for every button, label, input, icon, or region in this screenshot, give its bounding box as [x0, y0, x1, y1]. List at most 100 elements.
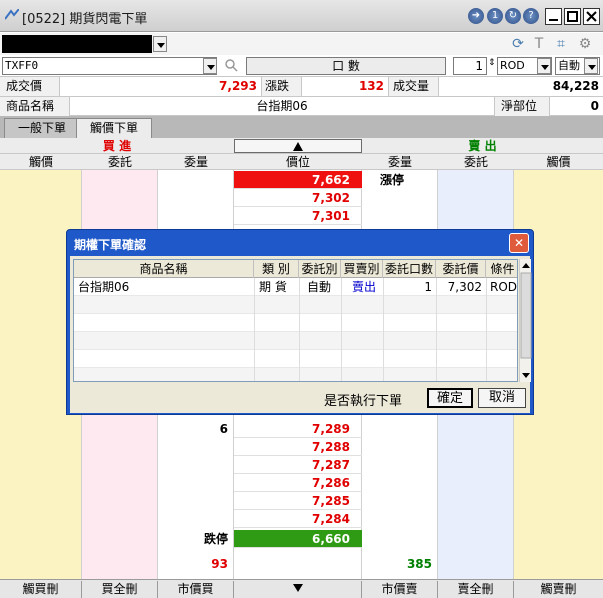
price-cell[interactable]: 7,662 [234, 171, 362, 189]
col-header: 委量 [387, 155, 412, 169]
scroll-down-button[interactable] [234, 581, 362, 598]
tab-trigger-order[interactable]: 觸價下單 [76, 118, 153, 138]
col-header: 類 別 [254, 260, 299, 278]
arrow-right-circle-icon[interactable]: ➜ [468, 8, 484, 24]
buy-title: 買 進 [102, 139, 132, 153]
sell-delete-all-button[interactable]: 賣全刪 [438, 581, 514, 598]
col-header: 委託 [107, 155, 132, 169]
dialog-title: 期權下單確認 [74, 238, 147, 252]
price-cell[interactable]: 7,302 [234, 189, 362, 207]
ladder-column-header: 觸價 委託 委量 價位 委量 委託 觸價 [0, 154, 603, 170]
minimize-icon[interactable] [545, 8, 562, 25]
gear-icon[interactable]: ⚙ [577, 36, 593, 52]
col-header: 委託價 [436, 260, 486, 278]
lots-label: 口 數 [246, 57, 446, 75]
tab-bar: 一般下單 觸價下單 [0, 116, 603, 138]
table-row [74, 368, 517, 381]
col-header: 委託 [463, 155, 488, 169]
limit-up-label: 漲停 [380, 173, 405, 187]
row-qty: 1 [424, 280, 432, 294]
order-confirm-dialog: 期權下單確認 ✕ 商品名稱 類 別 委託別 買賣別 委託口數 委託價 條件 台指… [66, 229, 534, 415]
order-bar: TXFF0 口 數 1 ⇕ ROD 自動 [0, 56, 603, 76]
scroll-up-button[interactable] [234, 139, 362, 153]
volume-value: 84,228 [552, 79, 599, 93]
volume-label: 成交量 [389, 77, 439, 96]
row-product: 台指期06 [78, 280, 130, 294]
search-icon[interactable] [222, 58, 240, 74]
col-header: 委託口數 [383, 260, 436, 278]
last-price-label: 成交價 [0, 77, 60, 96]
chevron-down-icon[interactable] [537, 58, 551, 74]
account-select[interactable] [2, 35, 152, 53]
row-side: 賣出 [352, 280, 377, 294]
order-table-header: 商品名稱 類 別 委託別 買賣別 委託口數 委託價 條件 [74, 260, 517, 278]
col-header: 商品名稱 [74, 260, 254, 278]
info-circle-icon[interactable]: 1 [487, 8, 503, 24]
chevron-down-icon[interactable] [584, 58, 598, 74]
total-ask-qty: 385 [406, 557, 432, 571]
toolbar: ⟳ T ⌗ ⚙ [0, 33, 603, 55]
confirm-question: 是否執行下單 [324, 394, 403, 409]
buy-delete-all-button[interactable]: 買全刪 [82, 581, 158, 598]
tab-general-order[interactable]: 一般下單 [4, 118, 81, 138]
col-header: 委量 [183, 155, 208, 169]
net-position-label: 淨部位 [495, 97, 550, 116]
price-cell[interactable]: 7,284 [234, 510, 362, 528]
window-title: [0522] 期貨閃電下單 [22, 12, 148, 27]
chevron-down-icon[interactable] [203, 58, 217, 74]
close-icon[interactable]: ✕ [509, 233, 529, 253]
order-table: 商品名稱 類 別 委託別 買賣別 委託口數 委託價 條件 台指期06 期 貨 自… [73, 259, 518, 382]
table-row [74, 332, 517, 350]
col-header: 委託別 [299, 260, 341, 278]
symbol-input[interactable]: TXFF0 [2, 57, 217, 75]
col-header: 條件 [490, 262, 515, 276]
product-row: 商品名稱 台指期06 淨部位 0 [0, 96, 603, 116]
price-cell[interactable]: 6,660 [234, 530, 362, 548]
table-row[interactable]: 台指期06 期 貨 自動 賣出 1 7,302 ROD [74, 278, 517, 296]
market-sell-button[interactable]: 市價賣 [362, 581, 438, 598]
row-price: 7,302 [447, 280, 482, 294]
quantity-stepper[interactable]: 1 [453, 57, 487, 75]
text-icon[interactable]: T [531, 36, 547, 52]
maximize-icon[interactable] [564, 8, 581, 25]
help-circle-icon[interactable]: ? [523, 8, 539, 24]
close-icon[interactable] [583, 8, 600, 25]
chevron-down-icon[interactable] [153, 36, 167, 52]
layout-icon[interactable]: ⌗ [553, 36, 569, 52]
col-header: 觸價 [28, 155, 53, 169]
table-row [74, 314, 517, 332]
col-header: 價位 [285, 155, 310, 169]
row-order-kind: 自動 [307, 280, 332, 294]
confirm-button[interactable]: 確定 [427, 388, 473, 408]
change-value: 132 [302, 77, 389, 96]
quote-row: 成交價 7,293 漲跌 132 成交量 84,228 [0, 76, 603, 96]
limit-down-label: 跌停 [203, 532, 228, 546]
price-cell[interactable]: 7,289 [234, 420, 362, 438]
stepper-icon[interactable]: ⇕ [488, 58, 496, 68]
net-position-value: 0 [590, 99, 599, 113]
col-header: 買賣別 [341, 260, 383, 278]
table-row [74, 296, 517, 314]
bottom-action-bar: 觸買刪 買全刪 市價買 市價賣 賣全刪 觸賣刪 [0, 579, 603, 598]
row-category: 期 貨 [259, 280, 287, 294]
price-cell[interactable]: 7,301 [234, 207, 362, 225]
col-header: 觸價 [546, 155, 571, 169]
total-bid-qty: 93 [211, 557, 228, 571]
ladder-side-header: 買 進 賣 出 [0, 138, 603, 154]
sell-title: 賣 出 [468, 139, 497, 153]
price-cell[interactable]: 7,287 [234, 456, 362, 474]
trigger-sell-delete-button[interactable]: 觸賣刪 [514, 581, 603, 598]
refresh-circle-icon[interactable]: ↻ [505, 8, 521, 24]
price-cell[interactable]: 7,288 [234, 438, 362, 456]
table-row [74, 350, 517, 368]
cancel-button[interactable]: 取消 [478, 388, 526, 408]
refresh-icon[interactable]: ⟳ [510, 36, 526, 52]
scrollbar[interactable] [519, 259, 532, 382]
price-cell[interactable]: 7,286 [234, 474, 362, 492]
dialog-body: 商品名稱 類 別 委託別 買賣別 委託口數 委託價 條件 台指期06 期 貨 自… [70, 256, 532, 413]
market-buy-button[interactable]: 市價買 [158, 581, 234, 598]
change-label: 漲跌 [262, 77, 302, 96]
trigger-buy-delete-button[interactable]: 觸買刪 [0, 581, 82, 598]
bid-qty: 6 [219, 422, 228, 436]
price-cell[interactable]: 7,285 [234, 492, 362, 510]
